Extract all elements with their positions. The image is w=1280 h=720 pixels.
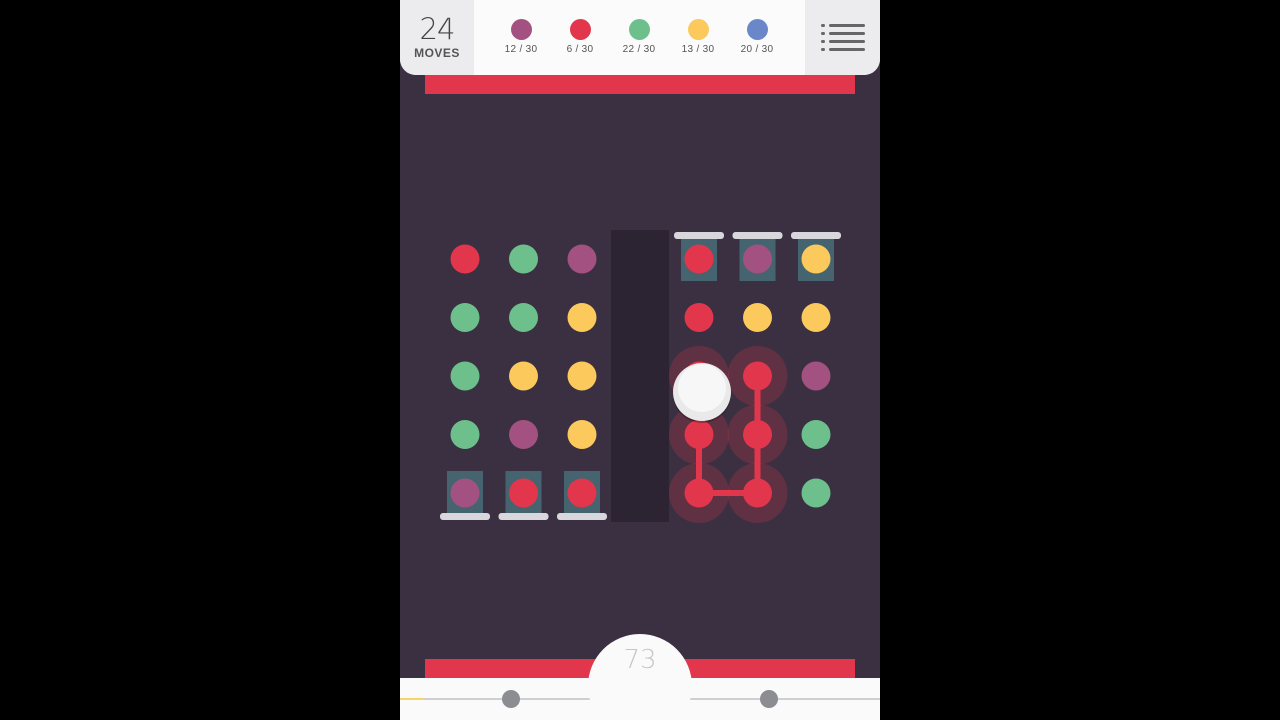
yellow-dot <box>567 420 597 449</box>
red-dot <box>743 420 772 449</box>
green-dot <box>450 420 480 449</box>
green-dot <box>450 361 480 391</box>
purple-dot <box>801 361 831 391</box>
red-dot <box>684 303 714 332</box>
red-dot <box>684 244 714 274</box>
green-dot <box>450 303 480 332</box>
ice-cap <box>557 513 607 520</box>
red-dot <box>743 478 772 508</box>
red-dot <box>684 420 714 449</box>
purple-dot <box>450 478 480 508</box>
finger-cursor-highlight <box>678 364 726 412</box>
purple-dot <box>567 244 597 274</box>
red-dot <box>450 244 480 274</box>
yellow-dot <box>743 303 772 332</box>
progress-fill <box>400 698 424 700</box>
score-value: 73 <box>623 645 657 675</box>
ice-cap <box>498 513 549 520</box>
yellow-dot <box>801 303 831 332</box>
milestone-marker <box>760 690 778 708</box>
red-dot <box>743 361 772 391</box>
purple-dot <box>743 244 772 274</box>
game-screen: 24 MOVES 12 / 30 6 / 30 22 / 30 13 / 30 … <box>400 0 880 720</box>
yellow-dot <box>509 361 538 391</box>
red-dot <box>509 478 538 508</box>
ice-cap <box>791 232 841 239</box>
yellow-dot <box>567 361 597 391</box>
milestone-marker <box>502 690 520 708</box>
red-dot <box>684 478 714 508</box>
red-dot <box>567 478 597 508</box>
ice-cap <box>674 232 724 239</box>
ice-cap <box>732 232 783 239</box>
green-dot <box>801 478 831 508</box>
yellow-dot <box>801 244 831 274</box>
green-dot <box>801 420 831 449</box>
yellow-dot <box>567 303 597 332</box>
purple-dot <box>509 420 538 449</box>
green-dot <box>509 303 538 332</box>
green-dot <box>509 244 538 274</box>
ice-cap <box>440 513 490 520</box>
game-board[interactable] <box>400 0 880 720</box>
